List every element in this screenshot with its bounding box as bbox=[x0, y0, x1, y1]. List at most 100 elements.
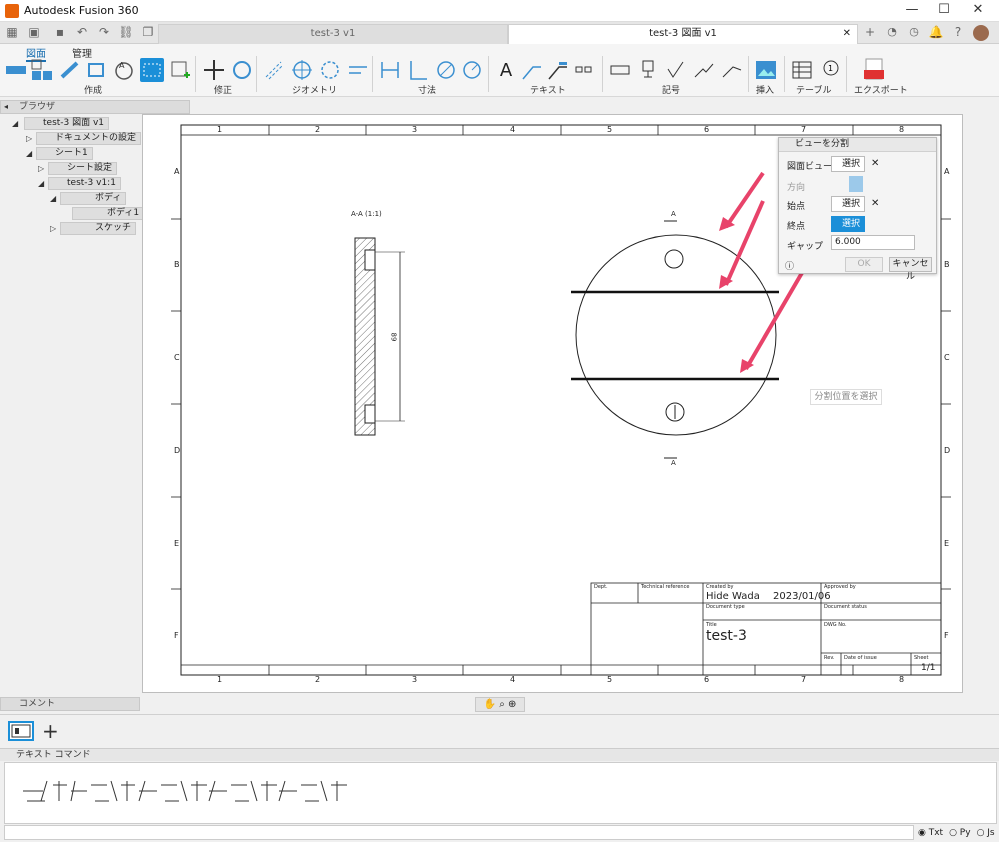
center-mark-icon[interactable] bbox=[290, 58, 314, 82]
group-modify-label[interactable]: 修正 bbox=[214, 83, 232, 96]
link-icon[interactable]: ⛓ bbox=[118, 25, 134, 41]
undo-icon[interactable]: ↶ bbox=[74, 25, 90, 41]
col-label: 1 bbox=[217, 675, 223, 684]
break-view-icon[interactable] bbox=[140, 58, 164, 82]
leader-icon[interactable] bbox=[520, 58, 544, 82]
zoom-icon[interactable]: ⌕ bbox=[499, 699, 505, 710]
gap-input[interactable]: 6.000 bbox=[831, 235, 915, 250]
notification-icon[interactable]: 🔔 bbox=[928, 25, 944, 41]
browser-item-doc-settings[interactable]: ドキュメントの設定 bbox=[36, 132, 142, 145]
new-tab-icon[interactable]: + bbox=[862, 25, 878, 41]
mode-js-radio[interactable]: ○ Js bbox=[977, 828, 995, 838]
group-export-label[interactable]: エクスポート bbox=[854, 83, 908, 96]
clock-icon[interactable]: ◷ bbox=[906, 25, 922, 41]
browser-item-drawing[interactable]: test-3 図面 v1 bbox=[24, 117, 110, 130]
crop-view-icon[interactable] bbox=[168, 58, 192, 82]
note-icon[interactable] bbox=[546, 58, 570, 82]
expand-icon[interactable]: ▷ bbox=[26, 134, 32, 143]
dialog-title[interactable]: ビューを分割 bbox=[779, 138, 936, 152]
cancel-button[interactable]: キャンセル bbox=[889, 257, 932, 282]
mode-py-radio[interactable]: ○ Py bbox=[949, 828, 970, 838]
minimize-button[interactable]: — bbox=[902, 2, 922, 20]
browser-item-view[interactable]: test-3 v1:1 bbox=[48, 177, 121, 190]
add-sheet-icon[interactable]: + bbox=[42, 719, 59, 743]
file-menu-icon[interactable]: ▣ bbox=[26, 25, 42, 41]
browser-header[interactable]: ブラウザ bbox=[0, 100, 190, 114]
row-label: E bbox=[174, 539, 180, 548]
redo-icon[interactable]: ↷ bbox=[96, 25, 112, 41]
expand-icon[interactable]: ◢ bbox=[38, 179, 44, 188]
save-icon[interactable]: ▪ bbox=[52, 25, 68, 41]
balloon-icon[interactable]: 1 bbox=[818, 58, 842, 82]
datum-icon[interactable] bbox=[636, 58, 660, 82]
clear-selection-icon[interactable]: ✕ bbox=[871, 158, 879, 169]
group-dimensions-label[interactable]: 寸法 bbox=[418, 83, 436, 96]
surface-texture-icon[interactable] bbox=[664, 58, 688, 82]
base-view-icon[interactable] bbox=[4, 58, 28, 82]
dimension-icon[interactable] bbox=[378, 58, 402, 82]
insert-image-icon[interactable] bbox=[754, 58, 778, 82]
collapse-icon[interactable]: ◂ bbox=[4, 102, 8, 111]
group-tables-label[interactable]: テーブル bbox=[796, 83, 831, 96]
copy-icon[interactable]: ❐ bbox=[140, 25, 156, 41]
section-view-icon[interactable] bbox=[58, 58, 82, 82]
text-command-input[interactable] bbox=[4, 825, 914, 840]
diameter-dim-icon[interactable] bbox=[434, 58, 458, 82]
group-create-label[interactable]: 作成 bbox=[84, 83, 102, 96]
detail-view-icon[interactable] bbox=[86, 58, 110, 82]
move-icon[interactable] bbox=[202, 58, 226, 82]
row-label: B bbox=[944, 260, 950, 269]
centerline-icon[interactable] bbox=[262, 58, 286, 82]
clear-selection-icon[interactable]: ✕ bbox=[871, 198, 879, 209]
tab-test3-drawing[interactable]: test-3 図面 v1 ✕ bbox=[508, 24, 858, 44]
view-a-icon[interactable]: A bbox=[112, 58, 136, 82]
mode-txt-radio[interactable]: ◉ Txt bbox=[918, 828, 943, 838]
info-icon[interactable]: ⓘ bbox=[785, 259, 794, 272]
close-button[interactable]: ✕ bbox=[968, 2, 988, 20]
ordinate-icon[interactable] bbox=[406, 58, 430, 82]
help-icon[interactable]: ? bbox=[950, 25, 966, 41]
group-geometry-label[interactable]: ジオメトリ bbox=[292, 83, 337, 96]
expand-icon[interactable]: ◢ bbox=[12, 119, 18, 128]
text-command-header[interactable]: テキスト コマンド bbox=[0, 748, 999, 761]
text-icon[interactable]: A bbox=[494, 58, 518, 82]
group-symbols-label[interactable]: 記号 bbox=[662, 83, 680, 96]
expand-icon[interactable]: ◢ bbox=[50, 194, 56, 203]
group-insert-label[interactable]: 挿入 bbox=[756, 83, 774, 96]
maximize-button[interactable]: ☐ bbox=[934, 2, 954, 20]
browser-item-sheet1[interactable]: シート1 bbox=[36, 147, 93, 160]
tab-test3-model[interactable]: test-3 v1 bbox=[158, 24, 508, 44]
edge-extension-icon[interactable] bbox=[346, 58, 370, 82]
welding-icon[interactable] bbox=[692, 58, 716, 82]
direction-toggle[interactable] bbox=[849, 176, 863, 192]
avatar[interactable] bbox=[973, 25, 989, 41]
radius-dim-icon[interactable] bbox=[460, 58, 484, 82]
end-point-select-button[interactable]: 選択 bbox=[831, 216, 865, 232]
zoom-window-icon[interactable]: ⊕ bbox=[508, 699, 516, 710]
balloon-table-icon[interactable] bbox=[572, 58, 596, 82]
expand-icon[interactable]: ▷ bbox=[38, 164, 44, 173]
center-pattern-icon[interactable] bbox=[318, 58, 342, 82]
feature-control-frame-icon[interactable] bbox=[608, 58, 632, 82]
data-panel-icon[interactable]: ◔ bbox=[884, 25, 900, 41]
group-text-label[interactable]: テキスト bbox=[530, 83, 566, 96]
pan-icon[interactable]: ✋ bbox=[484, 699, 496, 710]
expand-icon[interactable]: ▷ bbox=[50, 224, 56, 233]
expand-icon[interactable]: ◢ bbox=[26, 149, 32, 158]
start-point-select-button[interactable]: 選択 bbox=[831, 196, 865, 212]
tab-close-icon[interactable]: ✕ bbox=[843, 25, 851, 43]
rotate-icon[interactable] bbox=[230, 58, 254, 82]
browser-item-sheet-settings[interactable]: シート設定 bbox=[48, 162, 118, 175]
grid-menu-icon[interactable]: ▦ bbox=[4, 25, 20, 41]
table-icon[interactable] bbox=[790, 58, 814, 82]
ok-button[interactable]: OK bbox=[845, 257, 883, 272]
drawing-view-select-button[interactable]: 選択 bbox=[831, 156, 865, 172]
comment-panel-header[interactable]: コメント bbox=[0, 697, 140, 711]
edge-symbol-icon[interactable] bbox=[720, 58, 744, 82]
pdf-export-icon[interactable] bbox=[862, 58, 886, 82]
browser-item-body1[interactable]: ボディ1 bbox=[72, 207, 145, 220]
browser-item-sketches[interactable]: スケッチ bbox=[60, 222, 137, 235]
browser-item-bodies[interactable]: ボディ bbox=[60, 192, 127, 205]
projected-view-icon[interactable] bbox=[30, 58, 54, 82]
sheet-thumbnail[interactable] bbox=[8, 721, 34, 741]
